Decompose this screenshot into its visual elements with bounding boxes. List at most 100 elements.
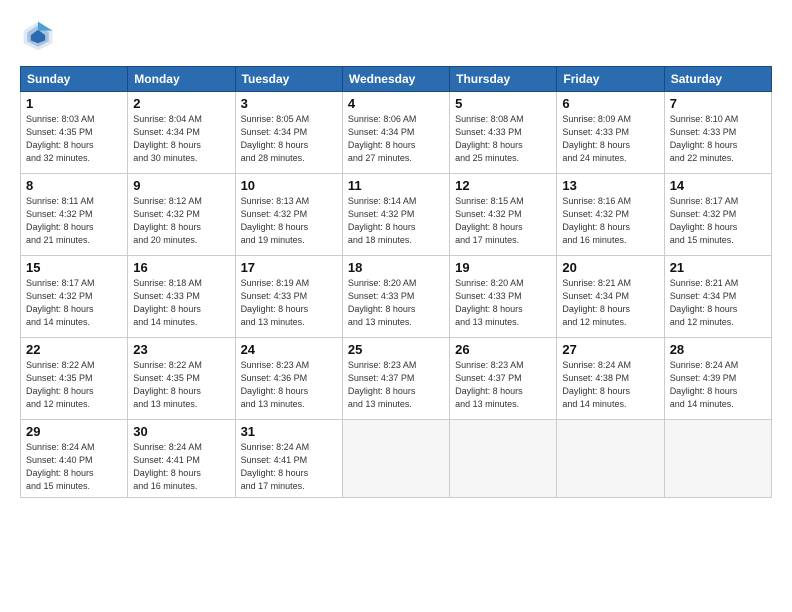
week-row-3: 15 Sunrise: 8:17 AM Sunset: 4:32 PM Dayli… (21, 256, 772, 338)
day-info: Sunrise: 8:24 AM Sunset: 4:40 PM Dayligh… (26, 441, 122, 493)
day-cell: 3 Sunrise: 8:05 AM Sunset: 4:34 PM Daylig… (235, 92, 342, 174)
day-info: Sunrise: 8:21 AM Sunset: 4:34 PM Dayligh… (670, 277, 766, 329)
day-info: Sunrise: 8:05 AM Sunset: 4:34 PM Dayligh… (241, 113, 337, 165)
day-cell: 15 Sunrise: 8:17 AM Sunset: 4:32 PM Dayli… (21, 256, 128, 338)
day-number: 9 (133, 178, 229, 193)
day-info: Sunrise: 8:08 AM Sunset: 4:33 PM Dayligh… (455, 113, 551, 165)
day-info: Sunrise: 8:21 AM Sunset: 4:34 PM Dayligh… (562, 277, 658, 329)
day-cell: 20 Sunrise: 8:21 AM Sunset: 4:34 PM Dayli… (557, 256, 664, 338)
day-cell: 18 Sunrise: 8:20 AM Sunset: 4:33 PM Dayli… (342, 256, 449, 338)
day-info: Sunrise: 8:23 AM Sunset: 4:36 PM Dayligh… (241, 359, 337, 411)
day-number: 27 (562, 342, 658, 357)
day-number: 18 (348, 260, 444, 275)
day-header-thursday: Thursday (450, 67, 557, 92)
day-header-monday: Monday (128, 67, 235, 92)
day-cell: 26Sunrise: 8:23 AM Sunset: 4:37 PM Dayli… (450, 338, 557, 420)
day-cell (450, 420, 557, 498)
day-cell: 19 Sunrise: 8:20 AM Sunset: 4:33 PM Dayli… (450, 256, 557, 338)
day-cell: 27Sunrise: 8:24 AM Sunset: 4:38 PM Dayli… (557, 338, 664, 420)
day-number: 16 (133, 260, 229, 275)
day-cell: 31Sunrise: 8:24 AM Sunset: 4:41 PM Dayli… (235, 420, 342, 498)
day-number: 15 (26, 260, 122, 275)
day-info: Sunrise: 8:17 AM Sunset: 4:32 PM Dayligh… (26, 277, 122, 329)
day-info: Sunrise: 8:22 AM Sunset: 4:35 PM Dayligh… (133, 359, 229, 411)
day-number: 22 (26, 342, 122, 357)
day-info: Sunrise: 8:20 AM Sunset: 4:33 PM Dayligh… (348, 277, 444, 329)
days-row: SundayMondayTuesdayWednesdayThursdayFrid… (21, 67, 772, 92)
day-info: Sunrise: 8:17 AM Sunset: 4:32 PM Dayligh… (670, 195, 766, 247)
day-header-saturday: Saturday (664, 67, 771, 92)
day-number: 14 (670, 178, 766, 193)
day-cell: 6 Sunrise: 8:09 AM Sunset: 4:33 PM Daylig… (557, 92, 664, 174)
day-info: Sunrise: 8:10 AM Sunset: 4:33 PM Dayligh… (670, 113, 766, 165)
day-number: 5 (455, 96, 551, 111)
day-info: Sunrise: 8:20 AM Sunset: 4:33 PM Dayligh… (455, 277, 551, 329)
calendar: SundayMondayTuesdayWednesdayThursdayFrid… (20, 66, 772, 498)
header (20, 18, 772, 54)
day-cell: 28 Sunrise: 8:24 AM Sunset: 4:39 PM Dayli… (664, 338, 771, 420)
day-info: Sunrise: 8:22 AM Sunset: 4:35 PM Dayligh… (26, 359, 122, 411)
day-number: 1 (26, 96, 122, 111)
day-info: Sunrise: 8:11 AM Sunset: 4:32 PM Dayligh… (26, 195, 122, 247)
day-number: 13 (562, 178, 658, 193)
day-cell: 10Sunrise: 8:13 AM Sunset: 4:32 PM Dayli… (235, 174, 342, 256)
day-number: 8 (26, 178, 122, 193)
day-number: 23 (133, 342, 229, 357)
day-number: 25 (348, 342, 444, 357)
day-cell (664, 420, 771, 498)
day-cell: 12Sunrise: 8:15 AM Sunset: 4:32 PM Dayli… (450, 174, 557, 256)
day-info: Sunrise: 8:12 AM Sunset: 4:32 PM Dayligh… (133, 195, 229, 247)
day-cell: 23 Sunrise: 8:22 AM Sunset: 4:35 PM Dayli… (128, 338, 235, 420)
day-header-wednesday: Wednesday (342, 67, 449, 92)
day-cell: 13Sunrise: 8:16 AM Sunset: 4:32 PM Dayli… (557, 174, 664, 256)
day-cell: 4 Sunrise: 8:06 AM Sunset: 4:34 PM Daylig… (342, 92, 449, 174)
logo (20, 18, 60, 54)
day-number: 30 (133, 424, 229, 439)
day-info: Sunrise: 8:09 AM Sunset: 4:33 PM Dayligh… (562, 113, 658, 165)
day-cell: 17Sunrise: 8:19 AM Sunset: 4:33 PM Dayli… (235, 256, 342, 338)
day-info: Sunrise: 8:24 AM Sunset: 4:41 PM Dayligh… (133, 441, 229, 493)
day-cell: 1Sunrise: 8:03 AM Sunset: 4:35 PM Daylig… (21, 92, 128, 174)
day-number: 29 (26, 424, 122, 439)
week-row-5: 29 Sunrise: 8:24 AM Sunset: 4:40 PM Dayli… (21, 420, 772, 498)
day-number: 19 (455, 260, 551, 275)
day-cell: 22 Sunrise: 8:22 AM Sunset: 4:35 PM Dayli… (21, 338, 128, 420)
day-cell: 29 Sunrise: 8:24 AM Sunset: 4:40 PM Dayli… (21, 420, 128, 498)
day-number: 4 (348, 96, 444, 111)
week-row-2: 8 Sunrise: 8:11 AM Sunset: 4:32 PM Daylig… (21, 174, 772, 256)
logo-icon (20, 18, 56, 54)
day-info: Sunrise: 8:06 AM Sunset: 4:34 PM Dayligh… (348, 113, 444, 165)
day-number: 6 (562, 96, 658, 111)
day-number: 3 (241, 96, 337, 111)
day-info: Sunrise: 8:23 AM Sunset: 4:37 PM Dayligh… (348, 359, 444, 411)
day-info: Sunrise: 8:04 AM Sunset: 4:34 PM Dayligh… (133, 113, 229, 165)
day-info: Sunrise: 8:13 AM Sunset: 4:32 PM Dayligh… (241, 195, 337, 247)
day-info: Sunrise: 8:18 AM Sunset: 4:33 PM Dayligh… (133, 277, 229, 329)
day-cell (342, 420, 449, 498)
day-number: 17 (241, 260, 337, 275)
day-number: 21 (670, 260, 766, 275)
day-cell: 11 Sunrise: 8:14 AM Sunset: 4:32 PM Dayli… (342, 174, 449, 256)
day-cell: 21 Sunrise: 8:21 AM Sunset: 4:34 PM Dayli… (664, 256, 771, 338)
day-number: 26 (455, 342, 551, 357)
day-number: 28 (670, 342, 766, 357)
day-cell: 7 Sunrise: 8:10 AM Sunset: 4:33 PM Daylig… (664, 92, 771, 174)
day-number: 12 (455, 178, 551, 193)
day-cell (557, 420, 664, 498)
day-cell: 14 Sunrise: 8:17 AM Sunset: 4:32 PM Dayli… (664, 174, 771, 256)
day-number: 7 (670, 96, 766, 111)
day-cell: 9 Sunrise: 8:12 AM Sunset: 4:32 PM Daylig… (128, 174, 235, 256)
day-info: Sunrise: 8:24 AM Sunset: 4:39 PM Dayligh… (670, 359, 766, 411)
page: SundayMondayTuesdayWednesdayThursdayFrid… (0, 0, 792, 612)
day-cell: 16 Sunrise: 8:18 AM Sunset: 4:33 PM Dayli… (128, 256, 235, 338)
calendar-body: 1Sunrise: 8:03 AM Sunset: 4:35 PM Daylig… (21, 92, 772, 498)
day-cell: 2 Sunrise: 8:04 AM Sunset: 4:34 PM Daylig… (128, 92, 235, 174)
day-number: 2 (133, 96, 229, 111)
day-number: 11 (348, 178, 444, 193)
day-number: 24 (241, 342, 337, 357)
day-header-friday: Friday (557, 67, 664, 92)
day-header-sunday: Sunday (21, 67, 128, 92)
day-info: Sunrise: 8:14 AM Sunset: 4:32 PM Dayligh… (348, 195, 444, 247)
day-number: 20 (562, 260, 658, 275)
day-cell: 24 Sunrise: 8:23 AM Sunset: 4:36 PM Dayli… (235, 338, 342, 420)
